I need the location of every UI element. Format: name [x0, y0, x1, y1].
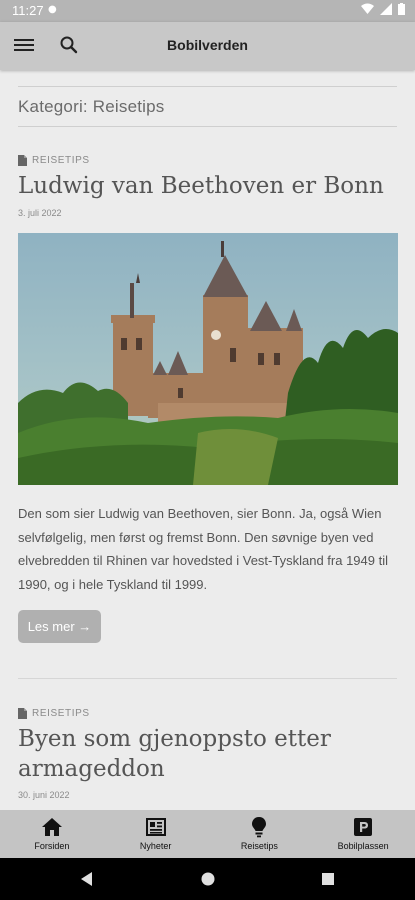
nav-label: Bobilplassen [337, 841, 389, 851]
post-title[interactable]: Ludwig van Beethoven er Bonn [18, 171, 403, 201]
nav-item-nyheter[interactable]: Nyheter [104, 810, 208, 858]
status-bar: 11:27 ● [0, 0, 415, 22]
post-date: 30. juni 2022 [18, 790, 70, 800]
post-divider [18, 678, 397, 679]
castle-image [18, 233, 398, 485]
document-icon [18, 708, 27, 719]
nav-item-forsiden[interactable]: Forsiden [0, 810, 104, 858]
wifi-icon [361, 3, 374, 14]
nav-label: Reisetips [240, 841, 278, 851]
status-time: 11:27 [12, 3, 44, 18]
post-category-label: REISETIPS [32, 708, 90, 719]
home-circle-icon[interactable] [199, 870, 217, 888]
nav-item-reisetips[interactable]: Reisetips [208, 810, 312, 858]
read-more-button[interactable]: Les mer → [18, 610, 101, 643]
back-icon[interactable] [78, 870, 96, 888]
category-title: Kategori: Reisetips [18, 97, 165, 116]
system-navigation-bar [0, 858, 415, 900]
home-icon [41, 818, 62, 836]
divider [18, 126, 397, 127]
post-image[interactable] [18, 233, 398, 485]
post-category-label: REISETIPS [32, 155, 90, 166]
nav-label: Forsiden [34, 841, 70, 851]
parking-icon [354, 818, 373, 836]
nav-item-bobilplassen[interactable]: Bobilplassen [311, 810, 415, 858]
recents-icon[interactable] [319, 870, 337, 888]
newspaper-icon [145, 818, 166, 836]
nav-label: Nyheter [139, 841, 172, 851]
post-title[interactable]: Byen som gjenoppsto etter armageddon [18, 724, 403, 784]
post-date: 3. juli 2022 [18, 208, 62, 218]
cellular-icon [380, 3, 392, 15]
document-icon [18, 155, 27, 166]
battery-icon [398, 3, 405, 15]
app-bar: Bobilverden [0, 22, 415, 70]
divider [18, 86, 397, 87]
notification-icon: ● [48, 4, 57, 15]
post-excerpt: Den som sier Ludwig van Beethoven, sier … [18, 506, 388, 592]
app-title: Bobilverden [167, 37, 248, 53]
status-indicators [361, 3, 405, 15]
main-content[interactable]: Kategori: Reisetips REISETIPS Ludwig van… [0, 70, 415, 810]
lightbulb-icon [252, 817, 267, 838]
post-category[interactable]: REISETIPS [18, 155, 90, 166]
post-category[interactable]: REISETIPS [18, 708, 90, 719]
bottom-navigation: Forsiden Nyheter Reisetips Bobilplassen [0, 810, 415, 858]
